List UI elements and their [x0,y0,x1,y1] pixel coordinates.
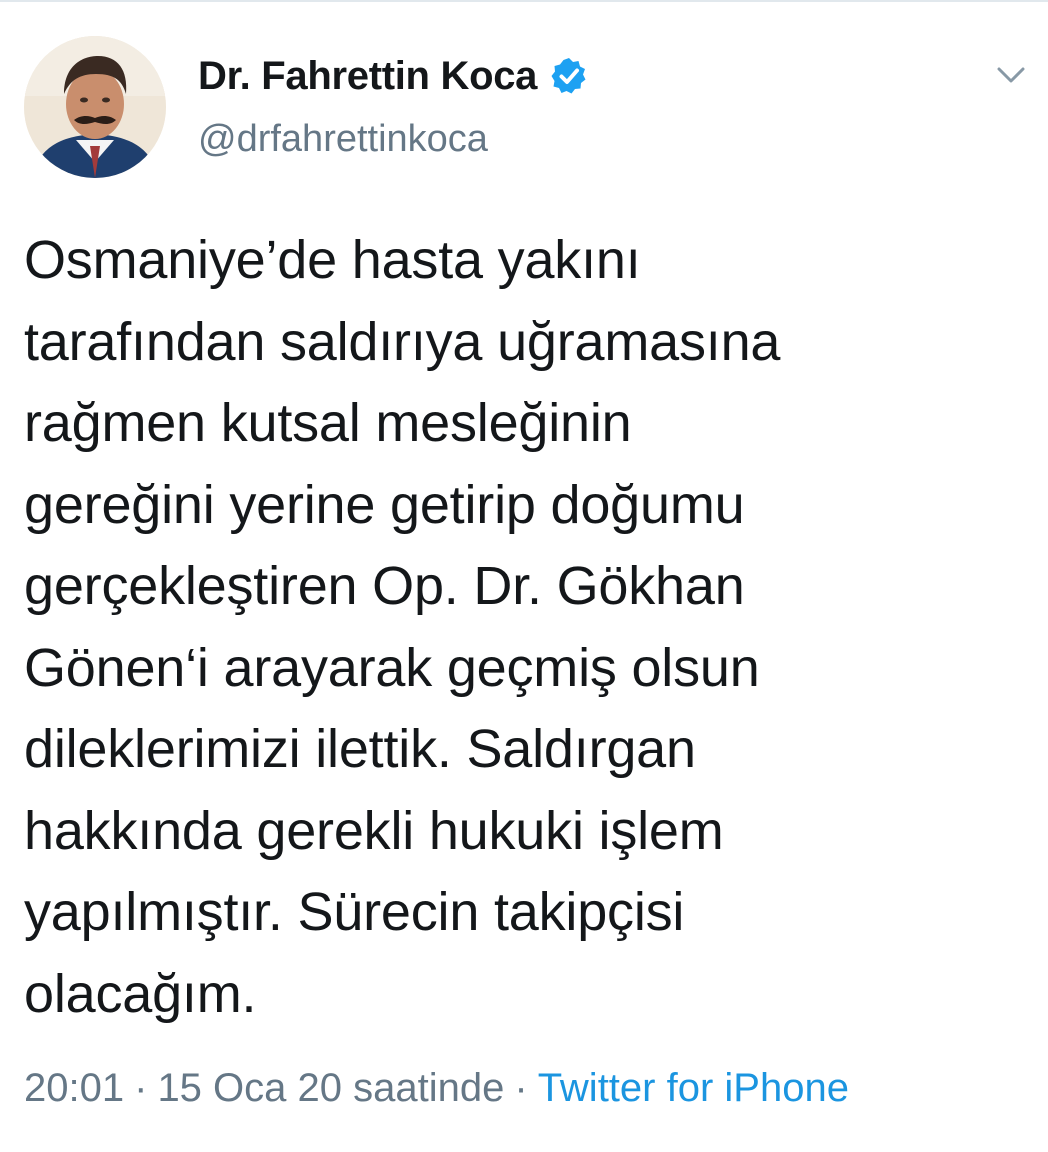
tweet-text-line: olacağım. [24,963,257,1024]
author-name-row[interactable]: Dr. Fahrettin Koca [198,50,589,102]
tweet-text-line: tarafından saldırıya uğramasına [24,311,781,372]
verified-badge-icon [551,58,586,94]
tweet-text-line: hakkında gerekli hukuki işlem [24,800,724,861]
display-name[interactable]: Dr. Fahrettin Koca [198,54,537,99]
tweet-text-line: rağmen kutsal mesleğinin [24,393,632,453]
tweet-metadata: 20:01 · 15 Oca 20 saatinde · Twitter for… [24,1066,849,1111]
tweet-text-line: dileklerimizi ilettik. Saldırgan [24,719,696,779]
tweet-text-line: yapılmıştır. Sürecin takipçisi [24,882,685,942]
tweet-source-link[interactable]: Twitter for iPhone [538,1066,849,1111]
top-divider [0,0,1048,2]
separator-dot: · [514,1066,528,1110]
separator-dot: · [134,1066,148,1110]
chevron-down-icon[interactable] [996,64,1026,86]
tweet-text-line: gerçekleştiren Op. Dr. Gökhan [24,556,745,616]
tweet-date[interactable]: 15 Oca 20 saatinde [157,1066,504,1111]
tweet-text-line: gereğini yerine getirip doğumu [24,474,745,535]
tweet-text-line: Osmaniye’de hasta yakını [24,230,641,290]
avatar[interactable] [24,36,166,178]
tweet-text-line: Gönen‘i arayarak geçmiş olsun [24,637,760,698]
tweet-time[interactable]: 20:01 [24,1066,124,1111]
tweet-text: Osmaniye’de hasta yakını tarafından sald… [24,220,1024,1035]
profile-photo [24,36,166,178]
author-handle[interactable]: @drfahrettinkoca [198,118,488,161]
